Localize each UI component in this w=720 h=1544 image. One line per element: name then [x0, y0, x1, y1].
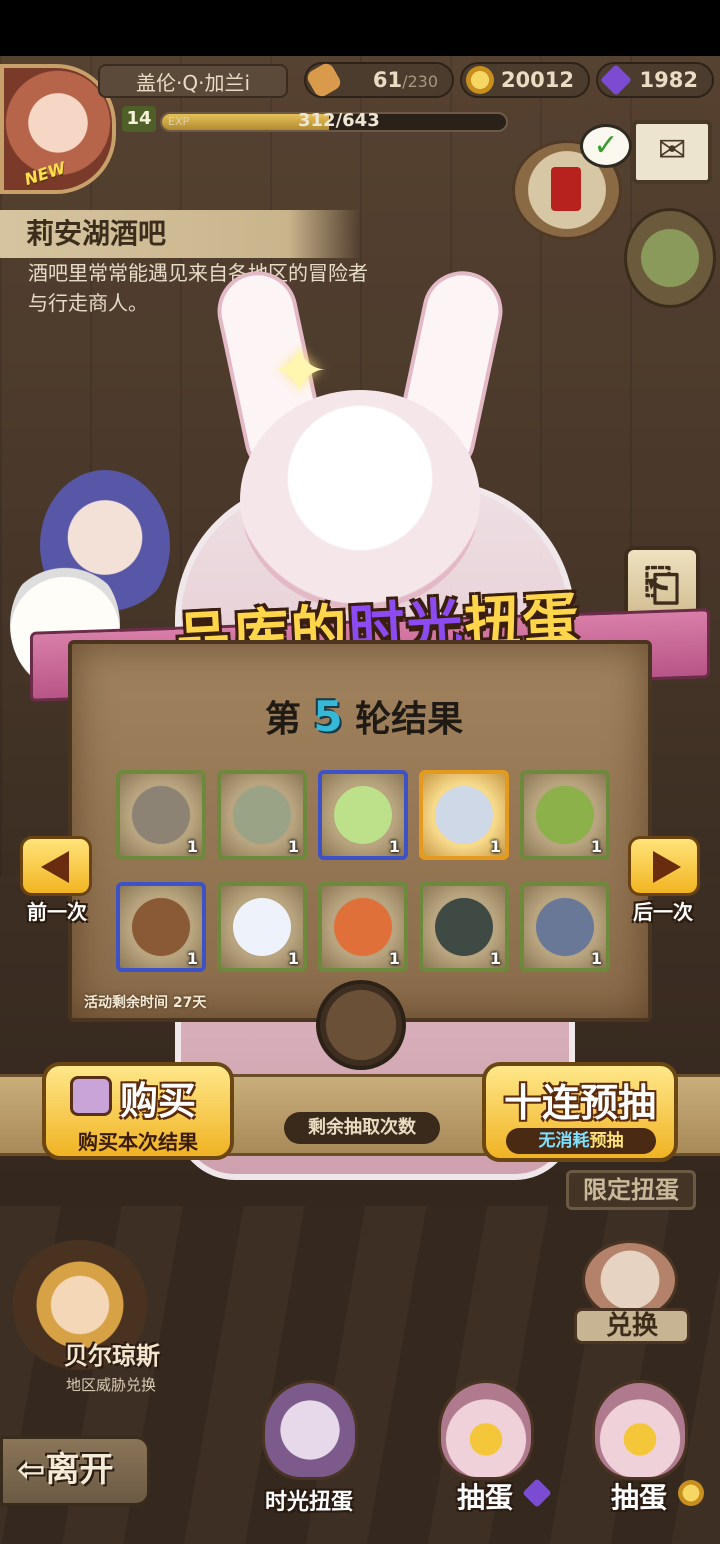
round-suffix: 轮结果 — [355, 699, 464, 740]
results-panel: 第 5 轮结果 1 1 1 1 1 1 1 1 1 1 活动剩余时间 27天 — [68, 640, 652, 1022]
egg-draw-gold-button[interactable]: 抽蛋 — [574, 1380, 704, 1514]
remaining-time-label: 活动剩余时间 — [84, 995, 168, 1011]
gacha-knob — [316, 980, 406, 1070]
result-item-slot[interactable]: 1 — [217, 770, 307, 860]
egg-capsule-icon — [592, 1380, 688, 1480]
draws-remaining-label: 剩余抽取次数 — [284, 1112, 440, 1144]
egg-capsule-icon — [438, 1380, 534, 1480]
check-icon: ✓ — [580, 124, 632, 168]
arrow-right-icon — [653, 851, 681, 883]
gold-coin-icon — [678, 1480, 704, 1506]
time-gacha-dock-button[interactable]: 时光扭蛋 — [244, 1380, 374, 1515]
item-count: 1 — [287, 949, 299, 968]
gem-value: 1982 — [639, 68, 698, 92]
exp-value: 312/643 — [298, 110, 380, 131]
orange-creature-item — [334, 898, 392, 956]
sprout-seed-item — [536, 786, 594, 844]
leave-label: 离开 — [45, 1450, 114, 1490]
result-item-slot[interactable]: 1 — [419, 882, 509, 972]
item-count: 1 — [590, 837, 602, 856]
remaining-time-value: 27天 — [172, 995, 207, 1011]
result-item-slot[interactable]: 1 — [520, 882, 610, 972]
exp-label: EXP — [168, 115, 190, 128]
preview-text: 预抽 — [589, 1131, 624, 1151]
striped-egg-item — [334, 786, 392, 844]
pocket-watch-item — [435, 786, 493, 844]
prev-round-label[interactable]: 前一次 — [12, 896, 102, 925]
remaining-time: 活动剩余时间 27天 — [84, 992, 206, 1012]
item-count: 1 — [388, 949, 400, 968]
exchange-button[interactable]: 兑换 — [574, 1308, 690, 1344]
sparkle-icon: ✦ — [270, 330, 329, 412]
gem-icon — [600, 64, 632, 96]
leave-button[interactable]: ⇦离开 — [0, 1436, 150, 1506]
stamina-value: 61 — [372, 68, 403, 92]
item-count: 1 — [388, 837, 400, 856]
buy-label: 购买 — [120, 1079, 197, 1123]
next-round-label[interactable]: 后一次 — [618, 896, 708, 925]
free-cost-text: 无消耗 — [538, 1131, 590, 1151]
arrow-left-icon — [41, 851, 69, 883]
gold-value: 20012 — [500, 68, 574, 92]
cloud-ring-item — [233, 898, 291, 956]
gold-coin-icon — [466, 66, 494, 94]
item-count: 1 — [186, 949, 198, 968]
next-round-button[interactable] — [628, 836, 700, 896]
time-gacha-icon — [262, 1380, 358, 1480]
result-item-slot[interactable]: 1 — [318, 770, 408, 860]
seashell-item — [536, 898, 594, 956]
limited-gacha-tag: 限定扭蛋 — [566, 1170, 696, 1210]
exclamation-icon — [551, 167, 581, 211]
gem-counter[interactable]: 1982 — [596, 62, 714, 98]
dock-label: 时光扭蛋 — [264, 1490, 353, 1515]
round-prefix: 第 — [264, 699, 301, 740]
backpack-button[interactable] — [624, 208, 716, 308]
result-item-slot[interactable]: 1 — [318, 882, 408, 972]
stamina-counter[interactable]: 61/230 — [304, 60, 454, 100]
prev-round-button[interactable] — [20, 836, 92, 896]
player-level: 14 — [122, 106, 156, 132]
location-title: 莉安湖酒吧 — [0, 210, 360, 258]
stamina-max: /230 — [402, 72, 438, 91]
bread-icon — [304, 60, 344, 100]
buy-sublabel: 购买本次结果 — [78, 1130, 198, 1154]
round-number: 5 — [313, 692, 343, 741]
buy-button[interactable]: 购买 购买本次结果 — [42, 1062, 234, 1160]
item-count: 1 — [590, 949, 602, 968]
result-item-slot[interactable]: 1 — [520, 770, 610, 860]
round-title: 第 5 轮结果 — [72, 690, 656, 742]
ten-pull-preview-button[interactable]: 十连预抽 无消耗预抽 — [482, 1062, 678, 1162]
result-item-slot[interactable]: 1 — [116, 770, 206, 860]
result-item-slot[interactable]: 1 — [419, 770, 509, 860]
gold-counter[interactable]: 20012 — [460, 62, 590, 98]
egg-draw-gem-button[interactable]: 抽蛋 — [420, 1380, 552, 1514]
result-item-slot[interactable]: 1 — [217, 882, 307, 972]
leaf-feather-item — [233, 786, 291, 844]
npc-name: 贝尔琼斯 — [64, 1342, 160, 1370]
ten-pull-label: 十连预抽 — [503, 1081, 656, 1125]
envelope-icon: ✉ — [657, 130, 687, 170]
turtle-shell-item — [435, 898, 493, 956]
player-name: 盖伦·Q·加兰i — [98, 64, 288, 98]
item-count: 1 — [287, 837, 299, 856]
bear-cake-item — [132, 898, 190, 956]
mail-button[interactable]: ✉ — [632, 120, 712, 184]
grey-hair-item — [132, 786, 190, 844]
result-item-slot[interactable]: 1 — [116, 882, 206, 972]
npc-subtitle: 地区威胁兑换 — [66, 1376, 157, 1394]
item-count: 1 — [489, 949, 501, 968]
gacha-ball-icon — [70, 1076, 112, 1116]
item-count: 1 — [186, 837, 198, 856]
ten-pull-sublabel: 无消耗预抽 — [506, 1128, 656, 1154]
item-count: 1 — [489, 837, 501, 856]
